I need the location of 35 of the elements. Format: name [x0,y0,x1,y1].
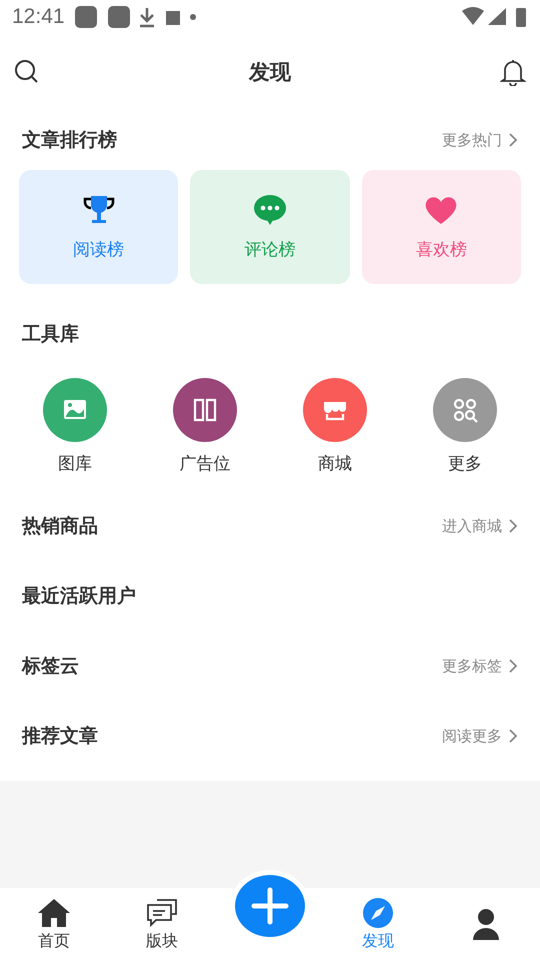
bell-icon[interactable] [500,58,526,86]
tool-item[interactable]: 图库 [30,378,120,475]
section-title: 文章排行榜 [22,128,117,153]
nav-tab[interactable]: 版块 [108,888,216,960]
tool-item[interactable]: 广告位 [160,378,250,475]
ranking-card[interactable]: 喜欢榜 [362,170,521,284]
more-link[interactable]: 更多标签 [442,656,518,676]
more-link[interactable]: 更多热门 [442,130,518,150]
chevron-right-icon [508,518,518,534]
status-time: 12:41 [12,5,65,29]
more-link[interactable]: 阅读更多 [442,726,518,746]
dot-icon [188,13,197,21]
compass-icon [361,896,395,928]
trophy-icon [82,194,116,226]
tool-item[interactable]: 更多 [420,378,510,475]
tool-item[interactable]: 商城 [290,378,380,475]
chat-bubbles-icon [145,896,179,928]
section-title: 热销商品 [22,514,98,539]
section-title: 最近活跃用户 [22,584,136,609]
search-icon[interactable] [14,59,40,85]
nav-tab[interactable]: 发现 [324,888,432,960]
section-title: 标签云 [22,654,79,679]
ranking-card[interactable]: 阅读榜 [19,170,178,284]
more-link[interactable]: 进入商城 [442,516,518,536]
home-icon [37,896,71,928]
nav-tab[interactable]: 首页 [0,888,108,960]
chat-bubble-icon [252,194,287,226]
ranking-card[interactable]: 评论榜 [190,170,350,284]
section-title: 工具库 [22,322,79,347]
page-title: 发现 [249,59,291,86]
section-title: 推荐文章 [22,724,98,749]
plus-icon [250,886,290,926]
chevron-right-icon [508,132,518,148]
chevron-right-icon [508,658,518,674]
chevron-right-icon [508,728,518,744]
